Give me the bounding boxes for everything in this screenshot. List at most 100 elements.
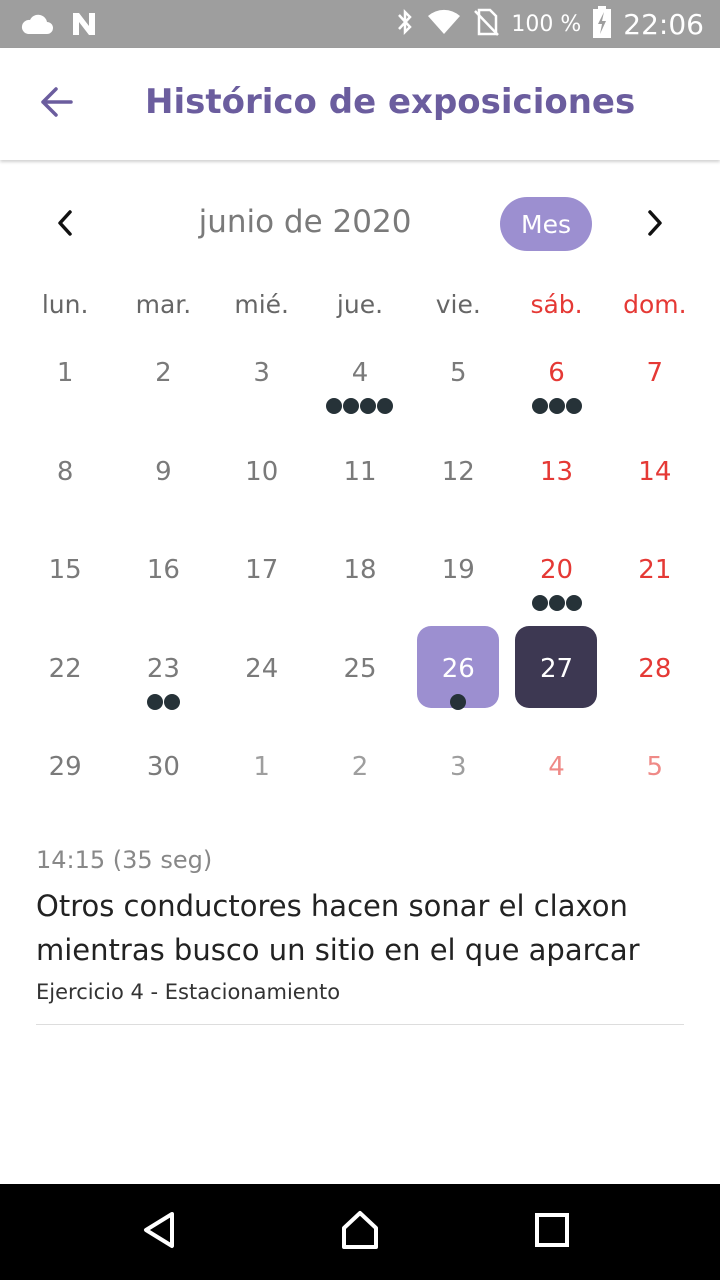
day-number: 2: [351, 752, 369, 782]
day-number: 9: [155, 456, 172, 487]
day-number: 16: [146, 555, 180, 585]
calendar-day[interactable]: 23: [114, 630, 212, 729]
event-entry[interactable]: 14:15 (35 seg) Otros conductores hacen s…: [36, 846, 684, 1004]
day-number: 5: [646, 752, 664, 782]
day-number: 3: [449, 752, 467, 782]
day-number: 20: [540, 555, 574, 585]
month-label: junio de 2020: [198, 204, 412, 240]
calendar-day[interactable]: 3: [409, 728, 507, 827]
weekday-label: mar.: [135, 290, 192, 319]
calendar-day[interactable]: 27: [507, 625, 605, 729]
calendar-day[interactable]: 13: [507, 433, 605, 532]
next-month-button[interactable]: [630, 200, 680, 250]
calendar-grid: 1 2 3 4 5 6 7 8 9 10 11 12 13 14 15 16 17 18 19 20 21 22 23 24 2…: [16, 334, 704, 827]
exposure-dot: [565, 595, 582, 611]
calendar-day[interactable]: 30: [114, 728, 212, 827]
calendar-day[interactable]: 7: [606, 334, 704, 433]
calendar-day[interactable]: 4: [507, 728, 605, 827]
calendar-day[interactable]: 1: [16, 334, 114, 433]
exposure-dot: [531, 595, 548, 611]
calendar-day[interactable]: 20: [507, 531, 605, 630]
home-icon: [338, 1208, 382, 1256]
day-number: 14: [638, 456, 672, 487]
n-icon: [70, 10, 98, 42]
clock: 22:06: [623, 7, 704, 41]
calendar-week-row: 1 2 3 4 5 6 7: [16, 334, 704, 433]
calendar-day[interactable]: 6: [507, 334, 605, 433]
calendar-day[interactable]: 12: [409, 433, 507, 532]
exposure-dot: [548, 595, 565, 611]
nav-recents-button[interactable]: [528, 1208, 576, 1256]
view-mode-toggle[interactable]: Mes: [500, 197, 592, 251]
calendar-day[interactable]: 18: [311, 531, 409, 630]
day-number: 25: [343, 653, 377, 684]
calendar-day[interactable]: 10: [213, 433, 311, 532]
day-number: 5: [449, 358, 467, 388]
day-number: 3: [253, 358, 270, 388]
calendar-day[interactable]: 9: [114, 433, 212, 532]
exposure-dot: [531, 398, 548, 414]
exposure-dot: [163, 693, 180, 710]
day-number: 13: [540, 456, 574, 487]
event-subtitle: Ejercicio 4 - Estacionamiento: [36, 980, 341, 1004]
calendar-day[interactable]: 11: [311, 433, 409, 532]
prev-month-button[interactable]: [40, 200, 90, 250]
back-button[interactable]: [28, 78, 84, 130]
calendar-day[interactable]: 14: [606, 433, 704, 532]
page-title: Histórico de exposiciones: [145, 82, 636, 122]
day-number: 17: [245, 555, 279, 585]
exposure-dot: [548, 398, 565, 414]
calendar-week-row: 8 9 10 11 12 13 14: [16, 433, 704, 532]
calendar-day[interactable]: 2: [311, 728, 409, 827]
day-number: 19: [441, 555, 475, 585]
calendar-day[interactable]: 1: [213, 728, 311, 827]
calendar-day[interactable]: 29: [16, 728, 114, 827]
calendar-day[interactable]: 25: [311, 630, 409, 729]
calendar-day[interactable]: 21: [606, 531, 704, 630]
exposure-dots: [311, 398, 409, 414]
nav-back-button[interactable]: [136, 1208, 184, 1256]
calendar-week-row: 29 30 1 2 3 4 5: [16, 728, 704, 827]
calendar-day[interactable]: 16: [114, 531, 212, 630]
day-number: 8: [56, 456, 74, 487]
bluetooth-icon: [395, 7, 415, 41]
calendar-day[interactable]: 28: [606, 630, 704, 729]
day-number: 30: [146, 752, 180, 782]
day-number: 1: [56, 358, 74, 388]
exposure-dot: [146, 693, 163, 710]
day-number: 4: [351, 358, 369, 388]
weekday-label: mié.: [234, 290, 290, 319]
calendar-day[interactable]: 19: [409, 531, 507, 630]
calendar-day[interactable]: 2: [114, 334, 212, 433]
calendar-day[interactable]: 4: [311, 334, 409, 433]
day-number: 10: [245, 456, 279, 487]
app-bar: Histórico de exposiciones: [0, 48, 720, 160]
back-triangle-icon: [140, 1210, 180, 1254]
calendar-day[interactable]: 8: [16, 433, 114, 532]
calendar-week-row: 15 16 17 18 19 20 21: [16, 531, 704, 630]
calendar-day[interactable]: 17: [213, 531, 311, 630]
exposure-dots: [114, 693, 212, 710]
calendar-day[interactable]: 24: [213, 630, 311, 729]
calendar-day[interactable]: 15: [16, 531, 114, 630]
calendar-day[interactable]: 3: [213, 334, 311, 433]
day-number: 7: [646, 358, 664, 388]
no-sim-icon: [473, 7, 500, 41]
arrow-left-icon: [38, 86, 74, 122]
day-number: 27: [540, 653, 574, 684]
day-number: 29: [48, 752, 82, 782]
day-number: 21: [638, 555, 672, 585]
exposure-dot: [343, 398, 360, 414]
nav-home-button[interactable]: [336, 1208, 384, 1256]
exposure-dots: [507, 595, 605, 611]
calendar-day[interactable]: 5: [409, 334, 507, 433]
day-number: 23: [146, 653, 180, 684]
calendar-week-row: 22 23 24 25 26 27 28: [16, 625, 704, 729]
calendar-header: junio de 2020 Mes: [0, 190, 720, 260]
battery-percent: 100 %: [511, 11, 582, 37]
exposure-dot: [360, 398, 377, 414]
calendar-day[interactable]: 22: [16, 630, 114, 729]
weekday-label: lun.: [41, 290, 89, 319]
calendar-day[interactable]: 26: [409, 625, 507, 729]
calendar-day[interactable]: 5: [606, 728, 704, 827]
